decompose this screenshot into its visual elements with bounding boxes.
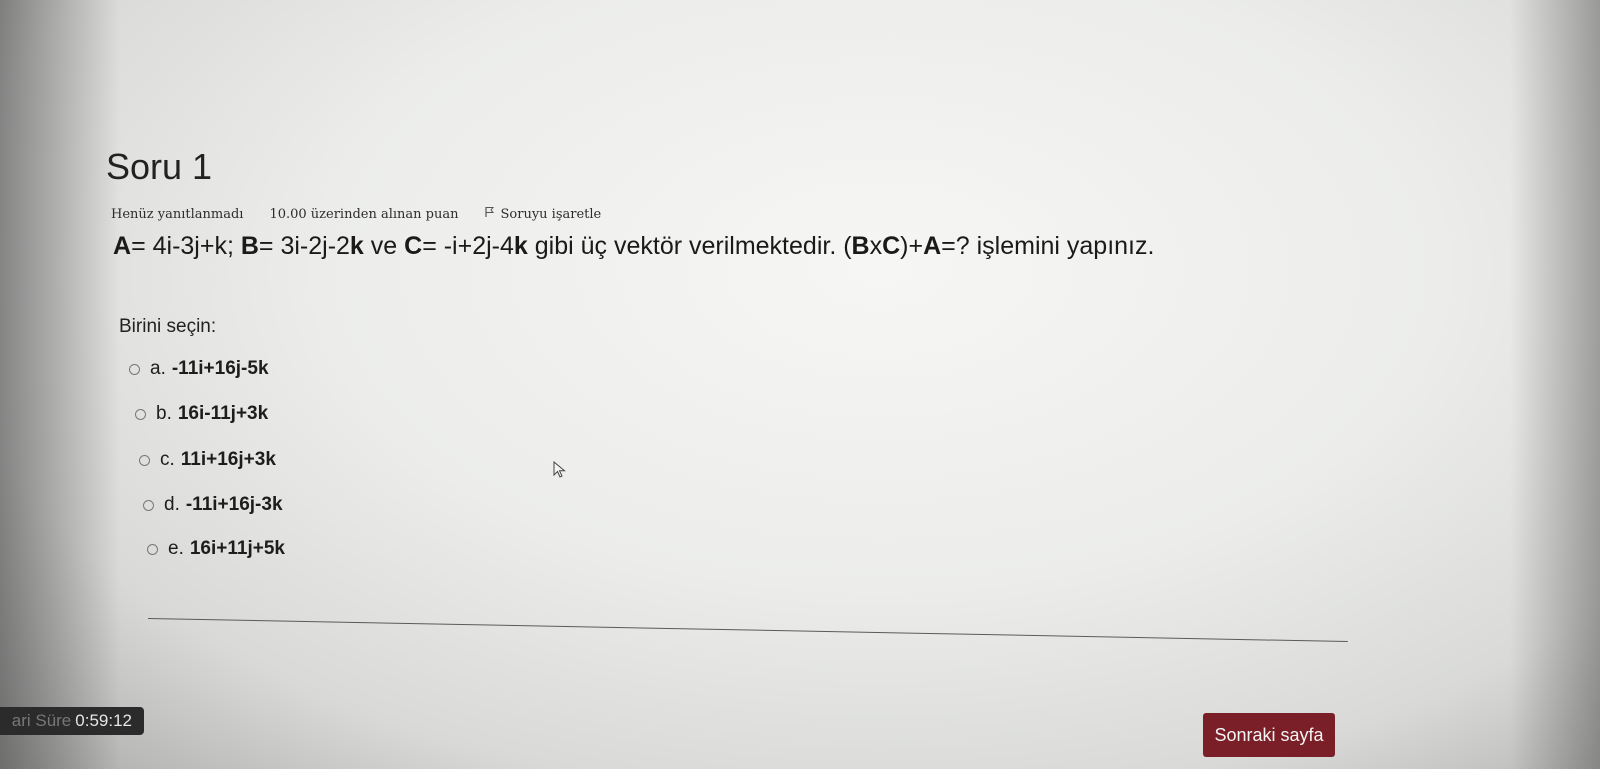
cross-x: x xyxy=(869,232,883,260)
radio-button[interactable] xyxy=(135,408,146,420)
question-status: Henüz yanıtlanmadı xyxy=(111,206,244,222)
option-c[interactable]: c. 11i+16j+3k xyxy=(139,449,276,471)
option-letter: c. xyxy=(160,449,175,470)
flag-question-link[interactable]: Soruyu işaretle xyxy=(484,206,602,222)
vector-a-label: A xyxy=(113,232,132,260)
next-page-button[interactable]: Sonraki sayfa xyxy=(1203,713,1335,757)
question-points: 10.00 üzerinden alınan puan xyxy=(269,206,459,222)
option-answer: -11i+16j-5k xyxy=(171,358,269,379)
option-letter: a. xyxy=(150,358,166,379)
radio-button[interactable] xyxy=(143,499,154,511)
vector-b-k: k xyxy=(349,232,364,260)
vector-b-label: B xyxy=(240,232,259,260)
option-d[interactable]: d. -11i+16j-3k xyxy=(143,494,283,516)
timer-label: ari Süre xyxy=(11,711,72,730)
option-b[interactable]: b. 16i-11j+3k xyxy=(135,403,268,425)
question-middle: gibi üç vektör verilmektedir. ( xyxy=(527,232,852,260)
timer-value: 0:59:12 xyxy=(75,711,132,730)
option-letter: e. xyxy=(168,538,184,559)
vector-c-k: k xyxy=(513,232,528,260)
question-info: Henüz yanıtlanmadı 10.00 üzerinden alına… xyxy=(111,206,601,222)
option-a[interactable]: a. -11i+16j-5k xyxy=(129,358,269,380)
cross-b: B xyxy=(851,232,870,260)
vignette-left xyxy=(0,0,120,769)
cross-c: C xyxy=(882,232,901,260)
flag-icon xyxy=(484,206,495,222)
radio-button[interactable] xyxy=(129,363,140,375)
option-answer: 16i-11j+3k xyxy=(177,403,269,424)
vector-c-value: = -i+2j-4 xyxy=(422,232,514,260)
mouse-pointer-icon xyxy=(553,461,566,478)
radio-button[interactable] xyxy=(139,454,150,466)
plus-sign: )+ xyxy=(900,232,924,260)
vignette-right xyxy=(1510,0,1600,769)
divider xyxy=(147,618,1348,643)
radio-button[interactable] xyxy=(147,543,158,555)
conjunction: ve xyxy=(363,232,405,260)
timer: ari Süre 0:59:12 xyxy=(0,707,144,735)
option-answer: 16i+11j+5k xyxy=(189,538,285,559)
question-title: Soru 1 xyxy=(106,146,213,187)
option-answer: -11i+16j-3k xyxy=(185,494,283,515)
option-letter: b. xyxy=(156,403,172,424)
vector-a-label-2: A xyxy=(923,232,942,260)
vector-c-label: C xyxy=(404,232,423,260)
option-letter: d. xyxy=(164,494,180,515)
flag-question-label: Soruyu işaretle xyxy=(500,206,602,222)
question-text: A= 4i-3j+k; B= 3i-2j-2k ve C= -i+2j-4k g… xyxy=(113,232,1154,261)
question-end: =? işlemini yapınız. xyxy=(941,232,1155,260)
vector-b-value: = 3i-2j-2 xyxy=(258,232,350,260)
choose-prompt: Birini seçin: xyxy=(119,316,217,337)
vector-a-value: = 4i-3j+k; xyxy=(131,232,241,260)
option-e[interactable]: e. 16i+11j+5k xyxy=(147,538,285,560)
option-answer: 11i+16j+3k xyxy=(180,449,276,470)
